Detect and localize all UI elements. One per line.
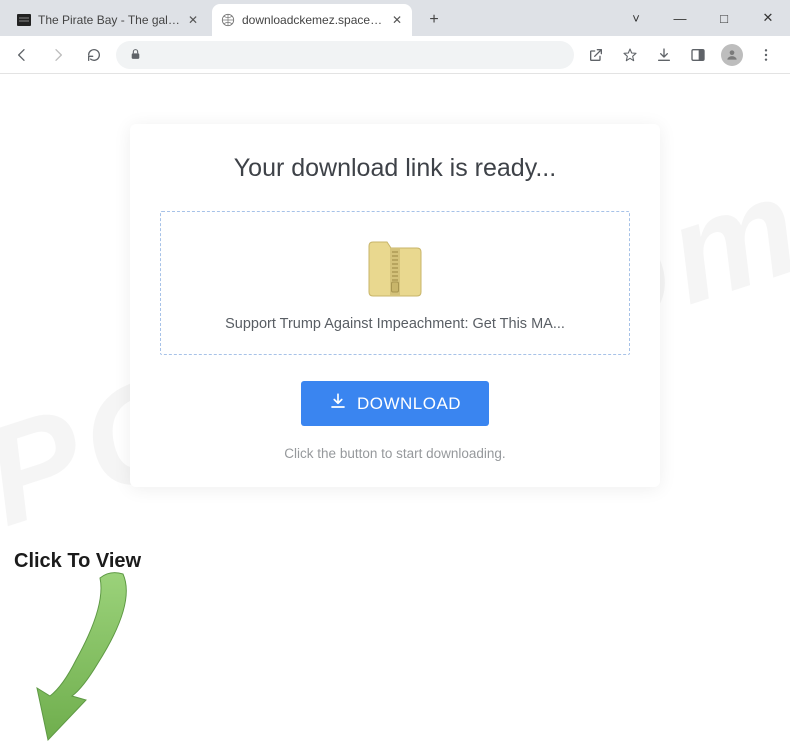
page-content: Your download link is ready... Support T… — [0, 74, 790, 699]
file-box: Support Trump Against Impeachment: Get T… — [160, 211, 630, 355]
page-heading: Your download link is ready... — [160, 154, 630, 183]
bookmark-star-icon[interactable] — [616, 41, 644, 69]
green-arrow-icon — [28, 568, 138, 748]
lock-icon — [128, 48, 142, 62]
toolbar-right — [582, 41, 782, 69]
side-panel-icon[interactable] — [684, 41, 712, 69]
tab-title: downloadckemez.space/9/?7fk8... — [242, 13, 384, 27]
window-close-button[interactable]: ✕ — [746, 2, 790, 34]
download-button[interactable]: DOWNLOAD — [301, 381, 489, 426]
minimize-button[interactable]: — — [658, 2, 702, 34]
kebab-menu-icon[interactable] — [752, 41, 780, 69]
new-tab-button[interactable]: + — [420, 6, 448, 34]
tab-pirate-bay[interactable]: The Pirate Bay - The galaxy's mo... ✕ — [8, 4, 208, 36]
maximize-button[interactable]: □ — [702, 2, 746, 34]
reload-button[interactable] — [80, 41, 108, 69]
tab-download-page[interactable]: downloadckemez.space/9/?7fk8... ✕ — [212, 4, 412, 36]
share-icon[interactable] — [582, 41, 610, 69]
pirate-favicon-icon — [16, 12, 32, 28]
tab-title: The Pirate Bay - The galaxy's mo... — [38, 13, 180, 27]
close-icon[interactable]: ✕ — [186, 13, 200, 27]
file-name-label: Support Trump Against Impeachment: Get T… — [181, 316, 609, 332]
download-card: Your download link is ready... Support T… — [130, 124, 660, 487]
back-button[interactable] — [8, 41, 36, 69]
address-bar[interactable] — [116, 41, 574, 69]
forward-button[interactable] — [44, 41, 72, 69]
download-arrow-icon — [329, 392, 347, 415]
browser-titlebar: The Pirate Bay - The galaxy's mo... ✕ do… — [0, 0, 790, 36]
download-button-label: DOWNLOAD — [357, 394, 461, 414]
globe-favicon-icon — [220, 12, 236, 28]
profile-avatar[interactable] — [718, 41, 746, 69]
close-icon[interactable]: ✕ — [390, 13, 404, 27]
hint-text: Click the button to start downloading. — [160, 446, 630, 461]
browser-toolbar — [0, 36, 790, 74]
downloads-icon[interactable] — [650, 41, 678, 69]
tab-menu-button[interactable]: ˅ — [614, 2, 658, 34]
zip-folder-icon — [367, 234, 423, 298]
window-controls: ˅ — □ ✕ — [614, 0, 790, 36]
